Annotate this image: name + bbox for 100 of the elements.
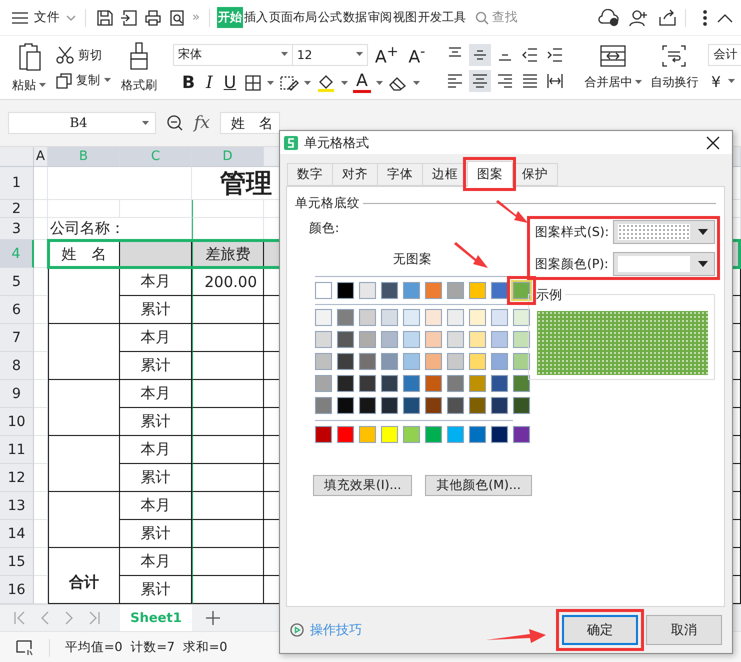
file-menu[interactable]: 文件 [10, 7, 78, 28]
export-icon[interactable] [120, 8, 138, 26]
menu-tab[interactable]: 页面布局 [268, 7, 317, 28]
preview-icon[interactable] [168, 8, 186, 26]
menu-tab[interactable]: 插入 [244, 7, 268, 28]
menu-tab[interactable]: 数据 [342, 7, 367, 28]
color-swatch[interactable] [491, 353, 508, 370]
color-swatch[interactable] [359, 426, 376, 443]
cell-style-icon[interactable] [279, 74, 300, 92]
fill-effects-button[interactable]: 填充效果(I)... [313, 475, 412, 496]
column-header[interactable]: A [34, 147, 48, 167]
color-swatch[interactable] [491, 397, 508, 414]
color-swatch[interactable] [513, 353, 530, 370]
row-header[interactable]: 13 [0, 492, 34, 520]
color-swatch[interactable] [315, 375, 332, 392]
color-swatch[interactable] [403, 331, 420, 348]
color-swatch[interactable] [381, 375, 398, 392]
currency-button[interactable]: ¥ [708, 72, 724, 92]
dialog-tab[interactable]: 字体 [377, 163, 422, 186]
row-header[interactable]: 2 [0, 200, 34, 218]
share-icon[interactable] [658, 8, 678, 26]
zoom-out-icon[interactable] [166, 114, 184, 132]
color-swatch[interactable] [469, 331, 486, 348]
first-sheet-icon[interactable] [14, 611, 26, 625]
more-options-icon[interactable] [702, 10, 708, 26]
font-field[interactable]: 宋体 [173, 44, 293, 66]
row-header[interactable]: 10 [0, 408, 34, 436]
dialog-tab[interactable]: 边框 [422, 163, 467, 186]
color-swatch[interactable] [447, 426, 464, 443]
align-middle-icon[interactable] [469, 44, 492, 66]
fill-color-icon[interactable] [316, 73, 336, 94]
close-icon[interactable] [706, 136, 720, 150]
color-swatch[interactable] [513, 375, 530, 392]
menu-tab[interactable]: 开发工具 [418, 7, 466, 28]
color-swatch[interactable] [381, 397, 398, 414]
color-swatch[interactable] [337, 282, 354, 299]
color-swatch[interactable] [425, 331, 442, 348]
row-header[interactable]: 7 [0, 324, 34, 352]
color-swatch[interactable] [425, 282, 442, 299]
color-swatch[interactable] [447, 397, 464, 414]
eraser-icon[interactable] [388, 75, 408, 92]
pattern-style-dropdown[interactable] [612, 220, 715, 244]
shrink-font-button[interactable]: A$^{-}$ [406, 42, 428, 68]
row-header[interactable]: 12 [0, 464, 34, 492]
color-swatch[interactable] [513, 309, 530, 326]
add-sheet-icon[interactable] [206, 611, 220, 625]
color-swatch[interactable] [403, 309, 420, 326]
color-swatch[interactable] [381, 426, 398, 443]
color-swatch[interactable] [447, 331, 464, 348]
italic-button[interactable]: I [202, 73, 216, 94]
cut-button[interactable]: 剪切 [56, 46, 111, 64]
previous-sheet-icon[interactable] [40, 611, 50, 625]
paste-button[interactable]: 粘贴 [8, 39, 50, 96]
color-swatch[interactable] [469, 353, 486, 370]
color-swatch[interactable] [315, 397, 332, 414]
more-colors-button[interactable]: 其他颜色(M)... [425, 475, 532, 496]
color-swatch[interactable] [359, 375, 376, 392]
color-swatch[interactable] [491, 375, 508, 392]
row-header[interactable]: 8 [0, 352, 34, 380]
color-swatch[interactable] [337, 353, 354, 370]
color-swatch[interactable] [491, 331, 508, 348]
color-swatch[interactable] [381, 353, 398, 370]
color-swatch[interactable] [469, 282, 486, 299]
dialog-tab[interactable]: 数字 [287, 163, 332, 186]
row-header[interactable]: 9 [0, 380, 34, 408]
dialog-tab[interactable]: 图案 [467, 161, 512, 187]
underline-button[interactable]: U [220, 73, 240, 94]
color-swatch[interactable] [513, 397, 530, 414]
color-swatch[interactable] [469, 426, 486, 443]
row-header[interactable]: 5 [0, 268, 34, 296]
cancel-button[interactable]: 取消 [646, 615, 722, 645]
wrap-text-button[interactable]: 自动换行 [646, 42, 702, 93]
color-swatch[interactable] [469, 375, 486, 392]
menu-tab[interactable]: 审阅 [368, 7, 392, 28]
ok-button[interactable]: 确定 [562, 615, 638, 645]
add-user-icon[interactable] [629, 8, 649, 26]
color-swatch[interactable] [381, 331, 398, 348]
color-swatch[interactable] [403, 353, 420, 370]
menu-tab[interactable]: 公式 [318, 7, 342, 28]
bold-button[interactable]: B [179, 73, 198, 94]
row-header[interactable]: 1 [0, 167, 34, 200]
color-swatch[interactable] [491, 426, 508, 443]
color-swatch[interactable] [447, 375, 464, 392]
dialog-tab[interactable]: 对齐 [332, 163, 377, 186]
color-swatch[interactable] [425, 426, 442, 443]
font-size-field[interactable]: 12 [292, 44, 368, 66]
copy-button[interactable]: 复制 [56, 72, 111, 89]
select-all-corner[interactable] [0, 147, 34, 167]
format-painter-button[interactable]: 格式刷 [117, 39, 161, 96]
macro-icon[interactable] [16, 640, 34, 656]
color-swatch[interactable] [425, 309, 442, 326]
color-swatch[interactable] [403, 426, 420, 443]
collapse-icon[interactable] [717, 12, 733, 22]
color-swatch[interactable] [469, 397, 486, 414]
no-pattern-option[interactable]: 无图案 [391, 251, 434, 268]
color-swatch[interactable] [447, 353, 464, 370]
color-swatch[interactable] [359, 331, 376, 348]
next-sheet-icon[interactable] [64, 611, 74, 625]
color-swatch[interactable] [359, 353, 376, 370]
row-header[interactable]: 15 [0, 548, 34, 576]
